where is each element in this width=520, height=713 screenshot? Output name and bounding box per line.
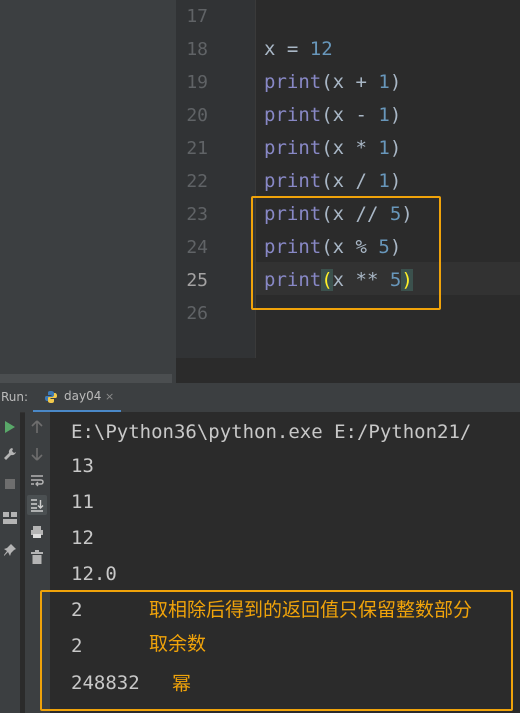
soft-wrap-icon[interactable]: [28, 471, 46, 489]
console-output-line: 12.0: [71, 563, 117, 585]
run-icon[interactable]: [1, 418, 19, 436]
code-token: x =: [264, 38, 310, 60]
console-output-line: 12: [71, 527, 94, 549]
print-icon[interactable]: [28, 523, 46, 541]
down-arrow-icon[interactable]: [28, 445, 46, 463]
code-line[interactable]: print(x * 1): [264, 132, 401, 165]
layout-icon[interactable]: [1, 509, 19, 527]
console-output-line: 13: [71, 455, 94, 477]
annotation-box-code: [251, 196, 441, 310]
code-token: 1: [378, 104, 390, 126]
line-number: 20: [186, 105, 208, 126]
code-token: print: [264, 137, 322, 159]
project-panel-strip: [0, 0, 176, 383]
code-line[interactable]: x = 12: [264, 33, 333, 66]
code-token: print: [264, 71, 322, 93]
code-token: print: [264, 170, 322, 192]
code-token: ): [389, 137, 402, 159]
line-number: 23: [186, 204, 208, 225]
run-toolbar-primary: [0, 412, 20, 713]
scroll-to-end-icon[interactable]: [27, 495, 47, 515]
code-token: 1: [378, 137, 390, 159]
python-file-icon: [44, 389, 58, 403]
close-icon[interactable]: ×: [105, 383, 114, 410]
code-line[interactable]: print(x - 1): [264, 99, 401, 132]
console-output-line: 11: [71, 491, 94, 513]
line-number: 26: [186, 303, 208, 324]
code-token: print: [264, 104, 322, 126]
run-label: Run:: [1, 390, 29, 404]
run-tab-day04[interactable]: day04 ×: [33, 383, 121, 413]
stop-icon[interactable]: [1, 475, 19, 493]
up-arrow-icon[interactable]: [28, 418, 46, 436]
code-token: 1: [378, 71, 390, 93]
code-token: ): [389, 170, 402, 192]
line-number: 17: [186, 6, 208, 27]
code-token: ): [389, 71, 402, 93]
horizontal-scrollbar[interactable]: [0, 374, 172, 383]
code-line[interactable]: print(x / 1): [264, 165, 401, 198]
run-tool-header: Run: day04 ×: [0, 383, 520, 413]
tab-label: day04: [64, 389, 102, 403]
line-number: 24: [186, 237, 208, 258]
code-token: (x *: [321, 137, 379, 159]
code-token: (x +: [321, 71, 379, 93]
line-number: 21: [186, 138, 208, 159]
line-number: 18: [186, 39, 208, 60]
code-token: 12: [309, 38, 333, 60]
code-token: (x -: [321, 104, 379, 126]
annotation-box-output: [40, 590, 513, 711]
trash-icon[interactable]: [28, 548, 46, 566]
code-token: ): [389, 104, 402, 126]
line-number: 25: [186, 270, 208, 291]
code-editor[interactable]: 17 18 x = 12 19 print(x + 1) 20 print(x - 1) 21…: [0, 0, 520, 383]
line-number: 19: [186, 72, 208, 93]
code-line[interactable]: print(x + 1): [264, 66, 401, 99]
pin-icon[interactable]: [1, 541, 19, 559]
code-token: (x /: [321, 170, 379, 192]
code-token: 1: [378, 170, 390, 192]
console-command-line: E:\Python36\python.exe E:/Python21/: [71, 421, 472, 443]
wrench-icon[interactable]: [1, 445, 19, 463]
line-number: 22: [186, 171, 208, 192]
